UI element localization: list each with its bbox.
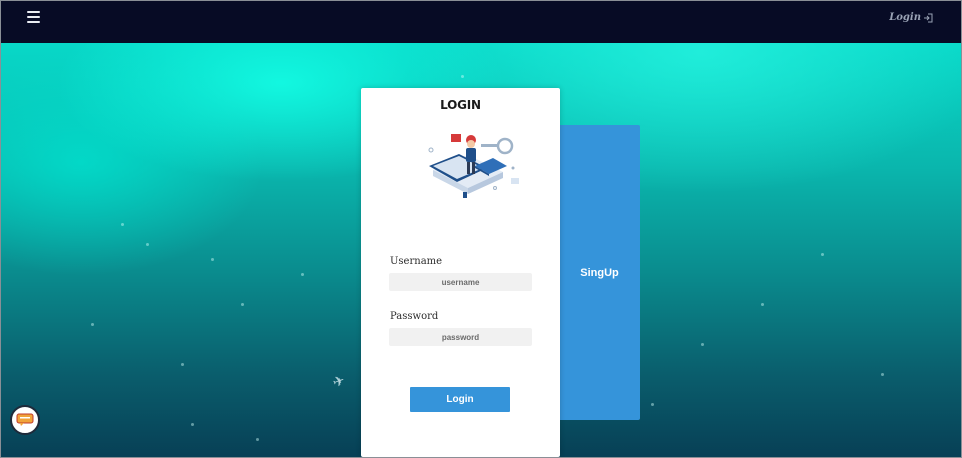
signup-label: SingUp [580, 266, 619, 279]
sign-in-icon [924, 13, 933, 22]
top-navbar: Login [1, 1, 961, 43]
chat-widget-button[interactable] [10, 405, 40, 435]
hamburger-menu-icon[interactable] [25, 9, 45, 27]
nav-login-link[interactable]: Login [889, 12, 933, 23]
chat-bubble-icon [16, 413, 34, 426]
login-title: LOGIN [440, 98, 481, 112]
isometric-user-login-illustration [428, 134, 519, 198]
fish-silhouette-icon: ✈ [330, 371, 347, 391]
password-input[interactable] [389, 328, 532, 346]
username-input[interactable] [389, 273, 532, 291]
nav-login-label: Login [889, 12, 921, 23]
username-label: Username [390, 256, 443, 267]
password-label: Password [390, 311, 439, 322]
page-frame: Login ✈ SingUp LOGIN Username username P… [0, 0, 962, 458]
login-button[interactable]: Login [410, 387, 510, 412]
signup-panel[interactable]: SingUp [549, 125, 640, 420]
login-card: LOGIN Username username Password Login [361, 88, 560, 457]
